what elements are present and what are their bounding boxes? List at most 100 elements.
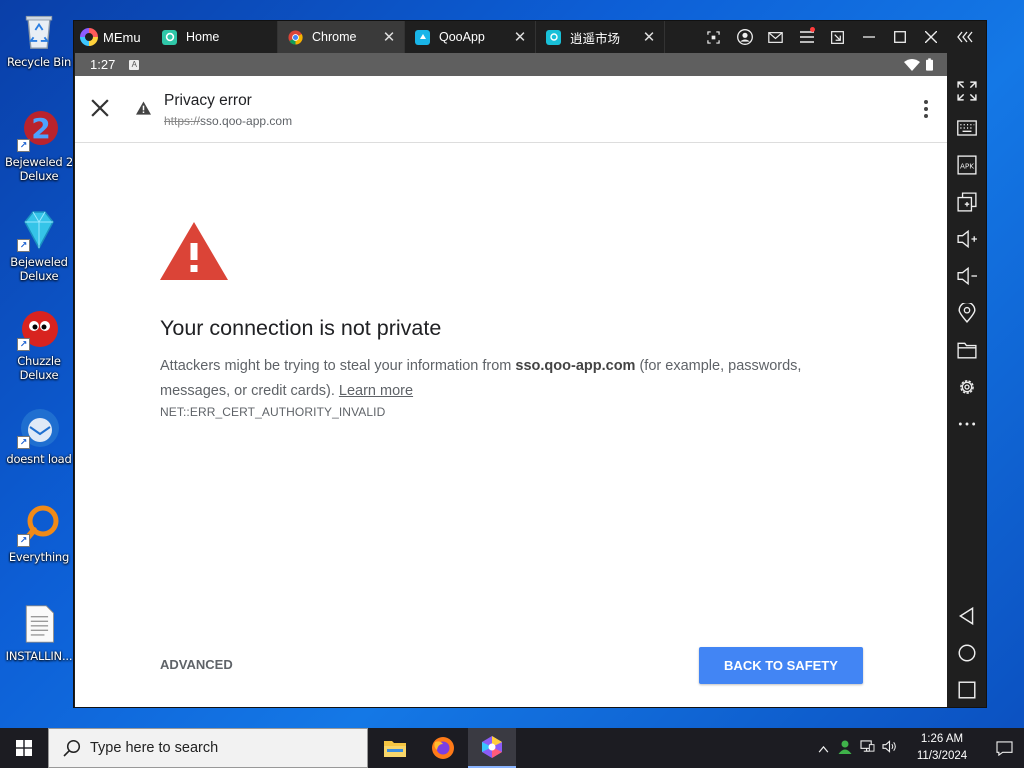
system-tray: 1:26 AM 11/3/2024 bbox=[812, 728, 1024, 768]
bejeweled2-icon: 2 ↗ bbox=[17, 108, 61, 152]
back-icon[interactable] bbox=[947, 601, 986, 631]
desktop-icon-label: Bejeweled 2 Deluxe bbox=[4, 155, 74, 183]
close-icon[interactable] bbox=[915, 21, 946, 53]
recents-icon[interactable] bbox=[947, 675, 986, 705]
chrome-icon bbox=[288, 29, 303, 45]
desktop-icon-installing[interactable]: INSTALLIN... bbox=[2, 602, 76, 663]
account-icon[interactable] bbox=[729, 21, 760, 53]
back-to-safety-button[interactable]: BACK TO SAFETY bbox=[699, 647, 863, 684]
start-button[interactable] bbox=[0, 728, 48, 768]
desktop-icon-everything[interactable]: ↗ Everything bbox=[2, 503, 76, 564]
advanced-button[interactable]: ADVANCED bbox=[160, 657, 233, 672]
error-body-prefix: Attackers might be trying to steal your … bbox=[160, 358, 516, 374]
learn-more-link[interactable]: Learn more bbox=[339, 383, 413, 399]
tab-close-icon[interactable]: ✕ bbox=[642, 28, 656, 46]
mail-icon[interactable] bbox=[760, 21, 791, 53]
battery-icon bbox=[926, 58, 933, 71]
volume-down-icon[interactable] bbox=[947, 261, 986, 291]
tab-close-icon[interactable]: ✕ bbox=[382, 28, 396, 46]
market-icon bbox=[546, 29, 561, 45]
overflow-menu-icon[interactable] bbox=[923, 100, 929, 118]
multi-instance-icon[interactable] bbox=[947, 187, 986, 217]
collapse-sidebar-icon[interactable] bbox=[946, 21, 986, 53]
tab-label: Home bbox=[186, 30, 220, 44]
shortcut-arrow-icon: ↗ bbox=[17, 139, 30, 152]
apk-icon[interactable]: APK bbox=[947, 150, 986, 180]
clock-time: 1:26 AM bbox=[920, 733, 964, 745]
memu-brand[interactable]: MEmu bbox=[74, 21, 152, 53]
tab-chrome[interactable]: Chrome ✕ bbox=[278, 21, 405, 53]
search-placeholder: Type here to search bbox=[90, 740, 219, 756]
tab-qooapp[interactable]: QooApp ✕ bbox=[405, 21, 536, 53]
wifi-icon bbox=[904, 58, 920, 71]
volume-icon[interactable] bbox=[878, 740, 900, 756]
keyboard-icon[interactable] bbox=[947, 113, 986, 143]
home-tab-icon bbox=[162, 29, 177, 45]
tab-label: Chrome bbox=[312, 30, 357, 44]
status-time: 1:27 bbox=[90, 57, 116, 72]
desktop-icon-label: Recycle Bin bbox=[6, 55, 72, 69]
text-file-icon bbox=[17, 602, 61, 646]
tab-label: QooApp bbox=[439, 30, 485, 44]
minimize-icon[interactable] bbox=[853, 21, 884, 53]
windows-taskbar: Type here to search 1:26 AM 11/3/2024 bbox=[0, 728, 1024, 768]
taskbar-memu[interactable] bbox=[468, 728, 516, 768]
taskbar-firefox[interactable] bbox=[419, 728, 467, 768]
page-url[interactable]: https://sso.qoo-app.com bbox=[164, 114, 292, 128]
desktop-icon-doesnt-load[interactable]: ↗ doesnt load bbox=[2, 405, 76, 466]
tab-close-icon[interactable]: ✕ bbox=[513, 28, 527, 46]
sync-icon[interactable] bbox=[822, 21, 853, 53]
page-title: Privacy error bbox=[164, 92, 252, 109]
error-code[interactable]: NET::ERR_CERT_AUTHORITY_INVALID bbox=[160, 405, 385, 419]
memu-window: MEmu Home Chrome ✕ QooApp ✕ 逍遥市场 ✕ 1:27 … bbox=[73, 20, 987, 708]
warning-icon[interactable] bbox=[136, 101, 151, 116]
fullscreen-icon[interactable] bbox=[947, 76, 986, 106]
desktop-icon-label: Chuzzle Deluxe bbox=[17, 354, 61, 382]
desktop-icon-label: doesnt load bbox=[6, 452, 72, 466]
url-scheme: https:// bbox=[164, 114, 201, 128]
chrome-page: Privacy error https://sso.qoo-app.com Yo… bbox=[75, 76, 947, 707]
firefox-icon bbox=[432, 737, 454, 759]
close-tab-icon[interactable] bbox=[89, 97, 111, 119]
recycle-bin-icon bbox=[17, 8, 61, 52]
screenshot-icon[interactable] bbox=[698, 21, 729, 53]
notifications-icon[interactable] bbox=[984, 728, 1024, 768]
notification-badge: A bbox=[129, 59, 140, 70]
taskbar-search-box[interactable]: Type here to search bbox=[48, 728, 368, 768]
shortcut-arrow-icon: ↗ bbox=[17, 338, 30, 351]
desktop-icon-bejeweled-2[interactable]: 2 ↗ Bejeweled 2 Deluxe bbox=[2, 108, 76, 183]
error-warning-icon bbox=[160, 222, 228, 280]
chrome-custom-tab-bar: Privacy error https://sso.qoo-app.com bbox=[75, 76, 947, 143]
error-heading: Your connection is not private bbox=[160, 316, 442, 340]
desktop-icon-label: Everything bbox=[8, 550, 70, 564]
maximize-icon[interactable] bbox=[884, 21, 915, 53]
clock-date: 11/3/2024 bbox=[916, 750, 968, 762]
settings-icon[interactable] bbox=[947, 372, 986, 402]
shortcut-arrow-icon: ↗ bbox=[17, 436, 30, 449]
desktop-icon-bejeweled[interactable]: ↗ Bejeweled Deluxe bbox=[2, 208, 76, 283]
home-icon[interactable] bbox=[947, 638, 986, 668]
memu-titlebar: MEmu Home Chrome ✕ QooApp ✕ 逍遥市场 ✕ bbox=[74, 21, 986, 53]
desktop-icon-chuzzle[interactable]: ↗ Chuzzle Deluxe bbox=[2, 307, 76, 382]
more-icon[interactable] bbox=[947, 409, 986, 439]
qooapp-icon bbox=[415, 29, 430, 45]
status-right bbox=[904, 58, 933, 71]
memu-brand-label: MEmu bbox=[103, 29, 141, 45]
window-controls bbox=[698, 21, 986, 53]
url-host: sso.qoo-app.com bbox=[200, 114, 293, 128]
svg-text:2: 2 bbox=[31, 112, 50, 145]
desktop-icon-label: INSTALLIN... bbox=[5, 649, 73, 663]
tab-market[interactable]: 逍遥市场 ✕ bbox=[536, 21, 665, 53]
network-icon[interactable] bbox=[856, 740, 878, 756]
tray-overflow-icon[interactable] bbox=[812, 741, 834, 756]
volume-up-icon[interactable] bbox=[947, 224, 986, 254]
taskbar-clock[interactable]: 1:26 AM 11/3/2024 bbox=[904, 731, 980, 765]
desktop-icon-recycle-bin[interactable]: Recycle Bin bbox=[2, 8, 76, 69]
folder-icon[interactable] bbox=[947, 335, 986, 365]
taskbar-file-explorer[interactable] bbox=[371, 728, 419, 768]
search-icon bbox=[63, 739, 81, 757]
user-sync-icon[interactable] bbox=[834, 739, 856, 758]
location-icon[interactable] bbox=[947, 298, 986, 328]
tab-home[interactable]: Home bbox=[152, 21, 278, 53]
menu-icon[interactable] bbox=[791, 21, 822, 53]
